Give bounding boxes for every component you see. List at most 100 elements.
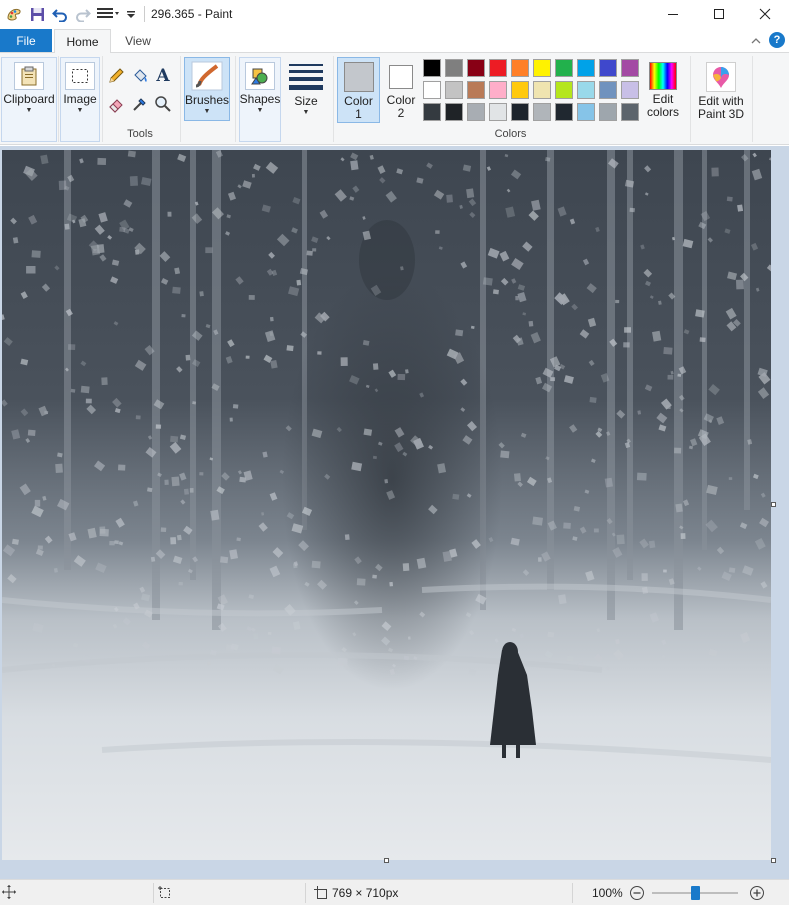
palette-swatch[interactable] — [577, 59, 595, 77]
shapes-button[interactable]: Shapes ▼ — [239, 57, 281, 142]
divider — [58, 56, 59, 142]
tab-file[interactable]: File — [0, 29, 52, 52]
palette-swatch[interactable] — [599, 59, 617, 77]
size-button[interactable]: Size ▼ — [284, 57, 328, 142]
palette-swatch[interactable] — [467, 81, 485, 99]
magnifier-icon[interactable] — [152, 93, 174, 115]
palette-swatch[interactable] — [511, 103, 529, 121]
shapes-label: Shapes — [239, 92, 281, 106]
chevron-down-icon: ▼ — [203, 108, 211, 115]
palette-swatch[interactable] — [423, 59, 441, 77]
edit-colors-button[interactable]: Edit colors — [641, 57, 685, 142]
palette-swatch[interactable] — [533, 103, 551, 121]
tab-view[interactable]: View — [114, 29, 162, 52]
redo-icon[interactable] — [73, 4, 93, 24]
edit-with-paint3d-button[interactable]: Edit with Paint 3D — [694, 57, 748, 142]
palette-swatch[interactable] — [621, 59, 639, 77]
palette-swatch[interactable] — [555, 59, 573, 77]
tab-home[interactable]: Home — [54, 29, 111, 53]
chevron-down-icon: ▼ — [256, 107, 264, 114]
palette-swatch[interactable] — [511, 81, 529, 99]
close-button[interactable] — [742, 0, 788, 28]
collapse-ribbon-icon[interactable] — [749, 33, 763, 47]
chevron-down-icon: ▼ — [76, 107, 84, 114]
palette-swatch[interactable] — [467, 103, 485, 121]
maximize-button[interactable] — [696, 0, 742, 28]
size-label: Size — [294, 94, 318, 108]
image-button[interactable]: Image ▼ — [60, 57, 100, 142]
palette-swatch[interactable] — [621, 81, 639, 99]
palette-swatch[interactable] — [489, 59, 507, 77]
cursor-position-icon — [2, 885, 16, 902]
image-label: Image — [63, 92, 97, 106]
zoom-level: 100% — [592, 886, 623, 900]
palette-swatch[interactable] — [599, 81, 617, 99]
color-spectrum-icon — [649, 62, 677, 90]
divider — [305, 883, 306, 903]
palette-swatch[interactable] — [577, 81, 595, 99]
clipboard-button[interactable]: Clipboard ▼ — [1, 57, 57, 142]
brush-icon — [190, 61, 224, 91]
customize-toolbar-icon[interactable] — [125, 4, 137, 24]
undo-icon[interactable] — [50, 4, 70, 24]
shapes-icon — [245, 62, 275, 90]
color1-button[interactable]: Color 1 — [337, 57, 380, 123]
divider — [102, 56, 103, 142]
color2-swatch — [389, 65, 413, 89]
divider — [153, 883, 154, 903]
palette-swatch[interactable] — [511, 59, 529, 77]
zoom-slider-thumb[interactable] — [690, 886, 700, 900]
clipboard-label: Clipboard — [3, 92, 55, 106]
palette-swatch[interactable] — [445, 81, 463, 99]
divider — [690, 56, 691, 142]
color2-button[interactable]: Color 2 — [381, 57, 421, 123]
zoom-in-button[interactable] — [749, 885, 765, 904]
title-bar: 296.365 - Paint — [0, 0, 789, 28]
resize-handle-corner[interactable] — [771, 858, 776, 863]
divider — [752, 56, 753, 142]
drawing-canvas[interactable] — [2, 150, 771, 860]
color2-label: Color 2 — [386, 93, 416, 120]
minimize-button[interactable] — [650, 0, 696, 28]
save-icon[interactable] — [27, 4, 47, 24]
palette-swatch[interactable] — [555, 81, 573, 99]
eraser-icon[interactable] — [105, 93, 127, 115]
snowy-forest-painting — [2, 150, 771, 860]
palette-swatch[interactable] — [489, 81, 507, 99]
fill-bucket-icon[interactable] — [129, 65, 151, 87]
window-title: 296.365 - Paint — [151, 7, 233, 21]
color-palette — [423, 59, 643, 123]
edit-with-paint3d-label: Edit with Paint 3D — [697, 94, 745, 121]
zoom-out-button[interactable] — [629, 885, 645, 904]
ribbon-tab-row: File Home View ? — [0, 28, 789, 53]
palette-swatch[interactable] — [533, 59, 551, 77]
properties-menu-icon[interactable] — [96, 4, 122, 24]
resize-handle-bottom[interactable] — [384, 858, 389, 863]
palette-swatch[interactable] — [489, 103, 507, 121]
palette-swatch[interactable] — [621, 103, 639, 121]
divider — [333, 56, 334, 142]
palette-swatch[interactable] — [423, 81, 441, 99]
paint-app-icon[interactable] — [4, 4, 24, 24]
resize-handle-right[interactable] — [771, 502, 776, 507]
palette-swatch[interactable] — [555, 103, 573, 121]
palette-swatch[interactable] — [577, 103, 595, 121]
color1-label: Color 1 — [344, 94, 373, 121]
brushes-button[interactable]: Brushes ▼ — [184, 57, 230, 121]
color-picker-icon[interactable] — [129, 93, 151, 115]
palette-swatch[interactable] — [467, 59, 485, 77]
quick-access-toolbar — [0, 0, 151, 28]
palette-swatch[interactable] — [423, 103, 441, 121]
palette-swatch[interactable] — [445, 59, 463, 77]
tools-group-label: Tools — [127, 128, 153, 140]
help-button[interactable]: ? — [769, 32, 785, 48]
palette-swatch[interactable] — [445, 103, 463, 121]
palette-swatch[interactable] — [599, 103, 617, 121]
palette-swatch[interactable] — [533, 81, 551, 99]
divider — [180, 56, 181, 142]
brushes-label: Brushes — [184, 93, 230, 107]
zoom-slider-track[interactable] — [652, 886, 738, 900]
color1-swatch — [343, 62, 374, 92]
pencil-icon[interactable] — [105, 65, 127, 87]
text-tool-icon[interactable]: A — [152, 65, 174, 87]
